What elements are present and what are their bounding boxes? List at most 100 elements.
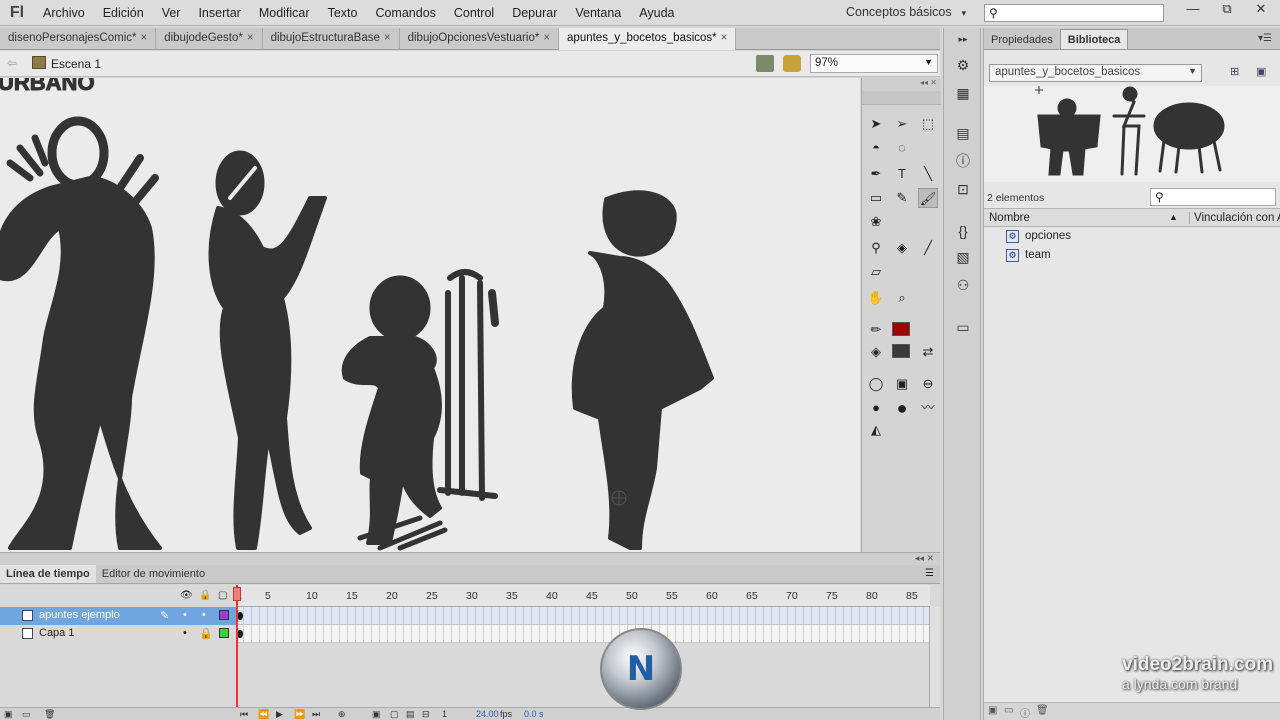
new-layer-icon[interactable]: ▣ [4,709,13,720]
lock-dot[interactable]: • [202,609,206,621]
frame-rate[interactable]: 24.00 [476,709,499,719]
components-icon[interactable]: ▧ [954,248,972,266]
column-name[interactable]: Nombre [989,212,1030,224]
object-drawing-icon[interactable]: ◯ [866,374,886,394]
sort-ascending-icon[interactable]: ▲ [1169,212,1178,222]
brush-tool-icon[interactable]: 🖌 [918,188,938,208]
color-swatches-icon[interactable]: ▦ [954,84,972,102]
layer-row[interactable]: Capa 1 • 🔒 [0,625,236,643]
close-icon[interactable]: × [543,32,550,44]
layer-row[interactable]: apuntes ejemplo ✎ • • [0,607,236,625]
menu-depurar[interactable]: Depurar [503,6,566,20]
brush-mode-icon[interactable]: ⊖ [918,374,938,394]
tab-motion-editor[interactable]: Editor de movimiento [96,565,211,583]
eye-icon[interactable]: 👁 [180,590,193,601]
lock-icon[interactable]: 🔒 [199,590,211,601]
fill-color-icon[interactable]: ◈ [866,342,886,362]
step-back-icon[interactable]: ⏪ [258,709,269,720]
go-last-frame-icon[interactable]: ⏭ [312,709,320,720]
brush-size-small-icon[interactable]: ● [866,398,886,418]
lock-fill-icon[interactable]: ▣ [892,374,912,394]
minimize-button[interactable]: — [1176,1,1210,17]
layer-name[interactable]: apuntes ejemplo [39,609,120,621]
swap-colors-icon[interactable]: ⇄ [918,342,938,362]
layer-outline-color[interactable] [219,628,229,638]
panel-grip[interactable] [862,91,941,105]
lock-icon[interactable]: 🔒 [199,627,213,640]
menu-ver[interactable]: Ver [153,6,190,20]
zoom-select[interactable]: 97% ▼ [810,54,938,73]
library-search-input[interactable]: ⚲ [1150,188,1276,206]
visibility-dot[interactable]: • [183,627,187,639]
delete-layer-icon[interactable]: 🗑 [44,709,55,720]
help-search-input[interactable]: ⚲ [984,4,1164,22]
tilt-icon[interactable]: ◭ [866,420,886,440]
panel-menu-icon[interactable]: ☰ [925,568,934,579]
brush-shape-icon[interactable]: ● [892,398,912,418]
layer-frames[interactable] [236,607,930,625]
text-tool-icon[interactable]: T [892,164,912,184]
library-document-select[interactable]: apuntes_y_bocetos_basicos ▼ [989,64,1202,82]
play-icon[interactable]: ▶ [276,709,283,720]
fill-color-swatch[interactable] [892,344,910,358]
stroke-color-icon[interactable]: ✏ [866,320,886,340]
align-icon[interactable]: ▤ [954,124,972,142]
menu-ayuda[interactable]: Ayuda [630,6,683,20]
selection-tool-icon[interactable]: ➤ [866,114,886,134]
lasso-tool-icon[interactable]: ◌ [892,138,912,158]
go-first-frame-icon[interactable]: ⏮ [240,709,248,720]
tab-timeline[interactable]: Línea de tiempo [0,565,96,583]
restore-button[interactable]: ⧉ [1210,1,1244,17]
line-tool-icon[interactable]: ╲ [918,164,938,184]
onion-outline-icon[interactable]: ▢ [390,709,399,720]
subselection-tool-icon[interactable]: ➢ [892,114,912,134]
doc-tab[interactable]: dibujoOpcionesVestuario* × [400,28,560,50]
playhead[interactable] [236,585,238,720]
center-frame-icon[interactable]: ⊕ [338,709,346,720]
edit-multiple-frames-icon[interactable]: ▤ [406,709,415,720]
timeline-grip[interactable]: ◂◂ ✕ [0,552,940,565]
library-item[interactable]: ⚙ team [984,246,1280,265]
bone-tool-icon[interactable]: ⚲ [866,238,886,258]
properties-icon[interactable]: ⓘ [1020,705,1030,720]
expand-panels-icon[interactable]: ▸▸ [954,30,972,48]
zoom-tool-icon[interactable]: ⌕ [892,288,912,308]
library-item[interactable]: ⚙ opciones [984,227,1280,246]
panel-collapse-icon[interactable]: ◂◂ ✕ [862,78,941,91]
menu-archivo[interactable]: Archivo [34,6,94,20]
column-linkage[interactable]: Vinculación con A [1189,212,1280,224]
hand-tool-icon[interactable]: ✋ [866,288,886,308]
menu-texto[interactable]: Texto [319,6,367,20]
layer-frames[interactable] [236,625,930,643]
menu-control[interactable]: Control [445,6,503,20]
deco-tool-icon[interactable]: ❀ [866,212,886,232]
pen-tool-icon[interactable]: ✒ [866,164,886,184]
close-icon[interactable]: × [721,32,728,44]
eyedropper-tool-icon[interactable]: ╱ [918,238,938,258]
menu-insertar[interactable]: Insertar [189,6,249,20]
frame-ruler[interactable]: 1 5 10 15 20 25 30 35 40 45 50 55 60 65 … [236,585,930,607]
stroke-color-swatch[interactable] [892,322,910,336]
close-button[interactable]: ✕ [1244,1,1278,17]
edit-scene-button[interactable] [756,55,774,72]
doc-tab[interactable]: dibujoEstructuraBase × [263,28,400,50]
close-icon[interactable]: × [384,32,391,44]
rectangle-tool-icon[interactable]: ▭ [866,188,886,208]
step-forward-icon[interactable]: ⏩ [294,709,305,720]
free-transform-tool-icon[interactable]: ⬚ [918,114,938,134]
pressure-icon[interactable]: 〰 [918,398,938,418]
close-icon[interactable]: × [247,32,254,44]
doc-tab-active[interactable]: apuntes_y_bocetos_basicos* × [559,28,737,50]
doc-tab[interactable]: disenoPersonajesComic* × [0,28,157,50]
transform-icon[interactable]: ⊡ [954,180,972,198]
scene-panel-icon[interactable]: ⚇ [954,276,972,294]
edit-symbols-button[interactable] [783,55,801,72]
pin-library-icon[interactable]: ⊞ [1230,65,1246,81]
new-folder-icon[interactable]: ▭ [22,709,31,720]
new-library-panel-icon[interactable]: ▣ [1256,65,1272,81]
history-icon[interactable]: ▭ [954,318,972,336]
onion-markers-icon[interactable]: ⊟ [422,709,430,720]
new-symbol-icon[interactable]: ▣ [988,705,997,716]
menu-modificar[interactable]: Modificar [250,6,319,20]
back-arrow-icon[interactable]: ⇦ [7,56,17,70]
